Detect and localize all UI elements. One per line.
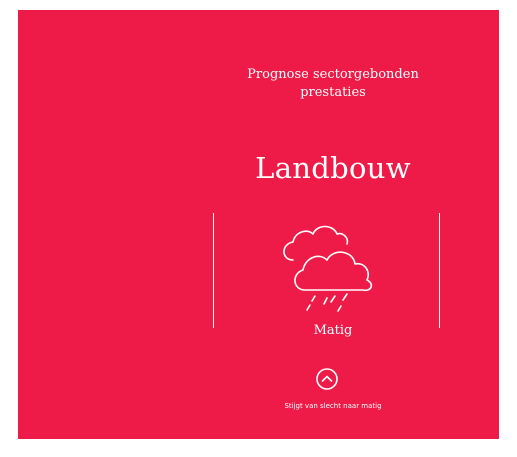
sector-card: Prognose sectorgebonden prestaties Landb…	[18, 10, 499, 439]
rain-cloud-icon	[283, 225, 373, 312]
divider-right	[439, 213, 440, 328]
card-subtitle: Prognose sectorgebonden prestaties	[247, 67, 419, 100]
trend-description: Stijgt van slecht naar matig	[284, 402, 382, 410]
status-label: Matig	[313, 323, 353, 338]
sector-title: Landbouw	[255, 151, 411, 185]
divider-left	[213, 213, 214, 328]
chevron-up-circle-icon[interactable]	[316, 368, 338, 390]
